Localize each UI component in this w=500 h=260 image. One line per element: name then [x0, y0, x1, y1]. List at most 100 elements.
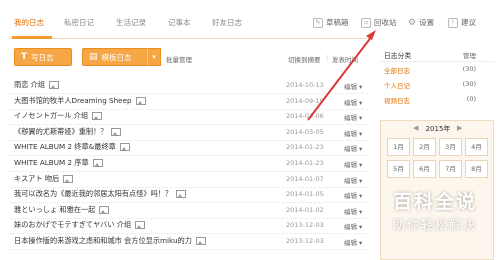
diary-row[interactable]: 妹のおかげでモテすぎてヤバい 介组 2013-12-03 编辑 ▾: [10, 218, 370, 235]
active-tab-indicator: [12, 36, 52, 39]
template-diary-label: 模板日志: [101, 52, 132, 62]
image-icon: [119, 143, 130, 152]
month-cell[interactable]: 8月: [465, 160, 488, 178]
template-dropdown-toggle[interactable]: ▾: [147, 48, 161, 66]
edit-menu[interactable]: 编辑 ▾: [344, 159, 362, 169]
next-year-button[interactable]: ▶: [457, 124, 462, 132]
diary-title-link[interactable]: 雅といっしょ 和雅在一起: [14, 204, 110, 215]
edit-menu[interactable]: 编辑 ▾: [344, 190, 362, 200]
diary-row[interactable]: キスアト 吻后 2014-01-07 编辑 ▾: [10, 172, 370, 188]
diary-title: 妹のおかげでモテすぎてヤバい 介组: [14, 220, 132, 230]
edit-menu[interactable]: 编辑 ▾: [344, 237, 362, 247]
tab-notebook[interactable]: 记事本: [168, 17, 191, 28]
month-cell[interactable]: 1月: [387, 138, 410, 156]
edit-label: 编辑: [344, 83, 357, 91]
diary-title-link[interactable]: キスアト 吻后: [14, 173, 74, 184]
diary-date: 2014-03-06: [286, 112, 324, 121]
diary-date: 2014-01-05: [286, 190, 324, 199]
edit-menu[interactable]: 编辑 ▾: [344, 112, 362, 122]
feedback-icon: !: [448, 17, 458, 28]
month-cell[interactable]: 7月: [439, 160, 462, 178]
edit-menu[interactable]: 编辑 ▾: [344, 143, 362, 153]
switch-to-summary-link[interactable]: 切换到摘要: [288, 54, 321, 64]
watermark-title: 百科全说: [392, 191, 477, 213]
edit-label: 编辑: [344, 207, 357, 216]
edit-menu[interactable]: 编辑 ▾: [344, 221, 362, 231]
diary-title-link[interactable]: 妹のおかげでモテすぎてヤバい 介组: [14, 220, 146, 230]
category-manage-link[interactable]: 管理: [463, 50, 476, 60]
diary-row[interactable]: 日本操作版的来游戏之虑和和城市 会方位显示miku的力 2013-12-03 编辑 ▾: [10, 234, 370, 250]
gear-icon: ⚙: [408, 17, 417, 28]
category-label: 全部日志: [384, 67, 410, 75]
edit-label: 编辑: [344, 239, 357, 247]
edit-label: 编辑: [344, 114, 357, 123]
diary-title: WHITE ALBUM 2 序章: [14, 158, 89, 167]
chevron-down-icon: ▾: [359, 207, 363, 216]
chevron-down-icon: ▾: [359, 161, 363, 169]
diary-title-link[interactable]: 日本操作版的来游戏之虑和和城市 会方位显示miku的力: [14, 236, 206, 246]
diary-row[interactable]: 雅といっしょ 和雅在一起 2014-01-02 编辑 ▾: [10, 203, 370, 219]
toolbar-separator: |: [326, 54, 329, 62]
feedback-button[interactable]: ! 建议: [448, 17, 476, 28]
image-icon: [49, 81, 60, 89]
month-cell[interactable]: 5月: [387, 160, 410, 178]
diary-title-link[interactable]: WHITE ALBUM 2 序章: [14, 158, 103, 168]
diary-row[interactable]: 大图书馆的牧羊人Dreaming Sheep 2014-09-19 编辑 ▾: [10, 94, 370, 110]
trash-icon: ▫: [361, 17, 371, 28]
chevron-down-icon: ▾: [152, 53, 156, 61]
diary-title-link[interactable]: WHITE ALBUM 2 终章&最终章: [14, 142, 130, 152]
edit-menu[interactable]: 编辑 ▾: [344, 97, 362, 107]
diary-title-link[interactable]: 《秽翼的尤斯蒂娅》重制！？: [14, 127, 122, 137]
diary-title: キスアト 吻后: [14, 173, 60, 183]
diary-row[interactable]: WHITE ALBUM 2 序章 2014-01-23 编辑 ▾: [10, 156, 370, 172]
template-diary-button[interactable]: ▤ 模板日志: [82, 48, 148, 66]
image-icon: [176, 190, 187, 199]
settings-button[interactable]: ⚙ 设置: [408, 17, 434, 28]
month-cell[interactable]: 2月: [413, 138, 436, 156]
write-diary-label: 写日志: [31, 52, 54, 62]
sort-by-date-select[interactable]: 发表时间: [332, 54, 358, 64]
drafts-button[interactable]: ✎ 草稿箱: [313, 17, 349, 28]
month-cell[interactable]: 3月: [439, 138, 462, 156]
diary-row[interactable]: 《秽翼的尤斯蒂娅》重制！？ 2014-03-05 编辑 ▾: [10, 125, 370, 141]
recycle-bin-button[interactable]: ▫ 回收站: [361, 17, 397, 28]
tab-friends-diary[interactable]: 好友日志: [212, 17, 242, 28]
watermark: 百科全说 助你轻松解决: [370, 183, 500, 260]
tab-life-record[interactable]: 生活记录: [116, 17, 146, 28]
diary-row[interactable]: 我可以改名为《最近我的邻居太阳有点怪》吗！？ 2014-01-05 编辑 ▾: [10, 187, 370, 204]
category-item-personal[interactable]: 个人日记 (30): [380, 78, 494, 91]
diary-title-link[interactable]: 我可以改名为《最近我的邻居太阳有点怪》吗！？: [14, 189, 187, 199]
edit-menu[interactable]: 编辑 ▾: [344, 81, 362, 91]
image-icon: [135, 96, 146, 105]
category-header: 日志分类 管理: [380, 47, 494, 62]
image-icon: [99, 205, 110, 214]
diary-title-link[interactable]: 雨恋 介组: [14, 80, 60, 90]
edit-menu[interactable]: 编辑 ▾: [344, 206, 362, 216]
edit-menu[interactable]: 编辑 ▾: [344, 128, 362, 138]
chevron-down-icon: ▾: [359, 114, 363, 123]
diary-row[interactable]: イノセントガール 介组 2014-03-06 编辑 ▾: [10, 109, 370, 126]
diary-row[interactable]: WHITE ALBUM 2 终章&最终章 2014-01-23 编辑 ▾: [10, 140, 370, 157]
chevron-down-icon: ▾: [359, 83, 363, 91]
diary-row[interactable]: 雨恋 介组 2014-10-13 编辑 ▾: [10, 78, 370, 94]
diary-date: 2013-12-03: [286, 221, 324, 230]
tab-my-diary[interactable]: 我的日志: [14, 17, 44, 28]
edit-label: 编辑: [344, 98, 357, 107]
chevron-down-icon: ▾: [359, 223, 363, 232]
edit-menu[interactable]: 编辑 ▾: [344, 175, 362, 185]
category-item-all[interactable]: 全部日志 (30): [380, 63, 494, 76]
write-diary-button[interactable]: T 写日志: [14, 48, 72, 66]
month-cell[interactable]: 4月: [465, 138, 488, 156]
category-item-video[interactable]: 视频日志 (0): [380, 93, 494, 106]
diary-title-link[interactable]: イノセントガール 介组: [14, 111, 103, 121]
diary-date: 2014-01-07: [286, 174, 324, 183]
edit-label: 编辑: [344, 192, 357, 201]
diary-title-link[interactable]: 大图书馆的牧羊人Dreaming Sheep: [14, 96, 146, 106]
chevron-down-icon: ▾: [359, 176, 363, 185]
batch-manage-link[interactable]: 批量管理: [166, 54, 192, 64]
month-cell[interactable]: 6月: [413, 160, 436, 178]
diary-title: 雅といっしょ 和雅在一起: [14, 204, 96, 214]
category-count: (30): [462, 80, 476, 88]
tab-private-diary[interactable]: 私密日记: [64, 17, 94, 28]
image-icon: [92, 112, 103, 121]
